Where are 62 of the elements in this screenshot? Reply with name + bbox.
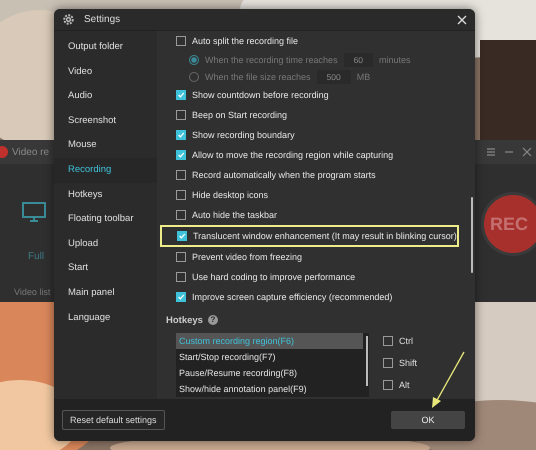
- option-label: Beep on Start recording: [192, 110, 288, 120]
- checkbox[interactable]: [176, 190, 186, 200]
- sidebar-item[interactable]: Mouse: [54, 133, 157, 158]
- checkbox[interactable]: [176, 272, 186, 282]
- option-label: Hide desktop icons: [192, 190, 268, 200]
- sidebar-item[interactable]: Floating toolbar: [54, 207, 157, 232]
- option-label: Show countdown before recording: [192, 90, 329, 100]
- app-title: Video re: [12, 146, 50, 158]
- checkbox[interactable]: [176, 110, 186, 120]
- help-icon[interactable]: ?: [208, 315, 218, 325]
- scrollbar[interactable]: [366, 336, 368, 386]
- sidebar-item[interactable]: Start: [54, 256, 157, 281]
- monitor-icon: [22, 202, 46, 222]
- checkbox[interactable]: [176, 130, 186, 140]
- checkbox[interactable]: [176, 90, 186, 100]
- list-item[interactable]: Start/Stop recording(F7): [176, 349, 363, 365]
- checkbox[interactable]: [176, 150, 186, 160]
- option-label: Use hard coding to improve performance: [192, 272, 356, 282]
- section-title: Hotkeys: [166, 314, 203, 326]
- sidebar-item[interactable]: Language: [54, 306, 157, 330]
- checkbox[interactable]: [176, 170, 186, 180]
- list-item[interactable]: Pause/Resume recording(F8): [176, 365, 363, 381]
- sidebar-item[interactable]: Video: [54, 60, 157, 84]
- scrollbar[interactable]: [471, 197, 473, 273]
- ok-button[interactable]: OK: [391, 411, 465, 429]
- option-label: Translucent window enhancement (It may result in blinking cursor): [193, 231, 457, 241]
- option-label: Shift: [399, 358, 418, 368]
- option-label: When the file size reaches: [205, 72, 311, 82]
- option-label: Show recording boundary: [192, 130, 295, 140]
- sidebar-item[interactable]: Output folder: [54, 35, 157, 60]
- checkbox[interactable]: [383, 380, 393, 390]
- window-title: Settings: [84, 14, 122, 25]
- checkbox[interactable]: [176, 252, 186, 262]
- option-label: Allow to move the recording region while capturing: [192, 150, 394, 160]
- menu-icon[interactable]: [486, 147, 496, 157]
- option-label: Auto split the recording file: [192, 36, 298, 46]
- mode-label: Full: [28, 251, 44, 262]
- sidebar-item[interactable]: Recording: [54, 158, 157, 183]
- sidebar-item[interactable]: Upload: [54, 232, 157, 256]
- sidebar-item[interactable]: Hotkeys: [54, 182, 157, 208]
- option-label: Ctrl: [399, 336, 413, 346]
- unit-label: minutes: [379, 54, 411, 64]
- option-label: Record automatically when the program starts: [192, 170, 376, 180]
- list-item[interactable]: Custom recording region(F6): [176, 333, 363, 349]
- checkbox[interactable]: [383, 336, 393, 346]
- settings-icon: [62, 13, 75, 26]
- option-label: Alt: [399, 380, 410, 390]
- checkbox[interactable]: [177, 231, 187, 241]
- reset-button[interactable]: Reset default settings: [62, 410, 165, 430]
- checkbox[interactable]: [176, 36, 186, 46]
- sidebar-item[interactable]: Main panel: [54, 280, 157, 306]
- checkbox[interactable]: [176, 292, 186, 302]
- checkbox[interactable]: [176, 210, 186, 220]
- option-label: Prevent video from freezing: [192, 252, 302, 262]
- list-item[interactable]: Show/hide annotation panel(F9): [176, 381, 363, 397]
- option-label: When the recording time reaches: [205, 54, 338, 64]
- sidebar-item[interactable]: Screenshot: [54, 108, 157, 134]
- option-label: Auto hide the taskbar: [192, 210, 278, 220]
- unit-label: MB: [356, 72, 370, 82]
- sidebar-item[interactable]: Audio: [54, 84, 157, 109]
- option-label: Improve screen capture efficiency (recommended): [192, 292, 392, 302]
- checkbox[interactable]: [383, 358, 393, 368]
